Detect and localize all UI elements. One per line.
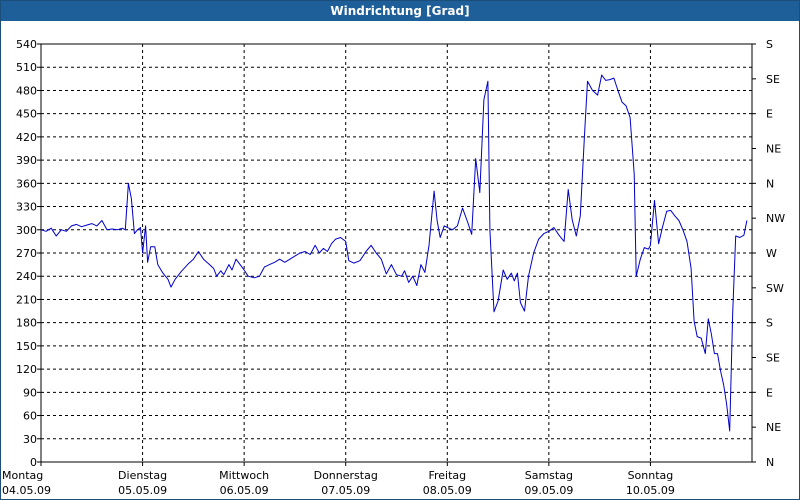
y-tick-label-left: 390	[16, 154, 37, 167]
chart-window: Windrichtung [Grad] 0 30 60 90 120 150 180 210 2…	[0, 0, 800, 500]
y-tick-label-left: 180	[16, 317, 37, 330]
y-tick-label-left: 540	[16, 38, 37, 51]
y-tick-label-left: 480	[16, 84, 37, 97]
x-axis: Montag 04.05.09 Dienstag 05.05.09 Mittwoch 06…	[2, 462, 675, 497]
y-tick-label-left: 60	[23, 410, 37, 423]
y-tick-label-left: 90	[23, 386, 37, 399]
y-tick-label-right: NE	[766, 421, 781, 434]
y-tick-label-left: 300	[16, 224, 37, 237]
y-tick-label-right: SE	[766, 352, 780, 365]
x-tick-date: 04.05.09	[2, 484, 51, 497]
x-tick-weekday: Samstag	[525, 469, 573, 482]
x-tick-date: 08.05.09	[423, 484, 472, 497]
y-tick-label-right: SW	[766, 282, 784, 295]
x-tick-weekday: Montag	[2, 469, 43, 482]
x-tick-weekday: Donnerstag	[314, 469, 378, 482]
y-tick-label-left: 510	[16, 61, 37, 74]
y-tick-label-left: 360	[16, 177, 37, 190]
y-tick-label-left: 240	[16, 270, 37, 283]
y-tick-label-left: 450	[16, 108, 37, 121]
y-tick-label-right: W	[766, 247, 777, 260]
y-tick-label-left: 270	[16, 247, 37, 260]
x-tick-weekday: Mittwoch	[219, 469, 269, 482]
y-tick-label-right: E	[766, 386, 773, 399]
y-tick-label-right: SE	[766, 73, 780, 86]
y-tick-label-left: 420	[16, 131, 37, 144]
x-tick-weekday: Sonntag	[628, 469, 674, 482]
y-tick-label-left: 210	[16, 293, 37, 306]
y-tick-label-right: S	[766, 317, 773, 330]
y-tick-label-left: 150	[16, 340, 37, 353]
y-tick-label-right: NW	[766, 212, 785, 225]
y-axis-right: N NE E SE S SW W NW N NE E SE S	[752, 38, 785, 469]
x-tick-weekday: Dienstag	[118, 469, 167, 482]
grid-lines	[41, 44, 752, 462]
x-tick-weekday: Freitag	[428, 469, 466, 482]
x-tick-date: 10.05.09	[626, 484, 675, 497]
y-tick-label-right: S	[766, 38, 773, 51]
x-tick-date: 07.05.09	[321, 484, 370, 497]
y-tick-label-left: 0	[30, 456, 37, 469]
x-tick-date: 09.05.09	[524, 484, 573, 497]
y-tick-label-right: N	[766, 456, 774, 469]
y-tick-label-right: E	[766, 108, 773, 121]
y-tick-label-right: NE	[766, 143, 781, 156]
y-tick-label-left: 330	[16, 201, 37, 214]
wind-direction-chart: 0 30 60 90 120 150 180 210 240 270 300 330 360 390 420…	[2, 38, 785, 497]
x-tick-date: 06.05.09	[220, 484, 269, 497]
y-tick-label-left: 120	[16, 363, 37, 376]
y-axis-left: 0 30 60 90 120 150 180 210 240 270 300 330 360 390 420…	[16, 38, 41, 469]
y-tick-label-left: 30	[23, 433, 37, 446]
x-tick-date: 05.05.09	[118, 484, 167, 497]
y-tick-label-right: N	[766, 177, 774, 190]
